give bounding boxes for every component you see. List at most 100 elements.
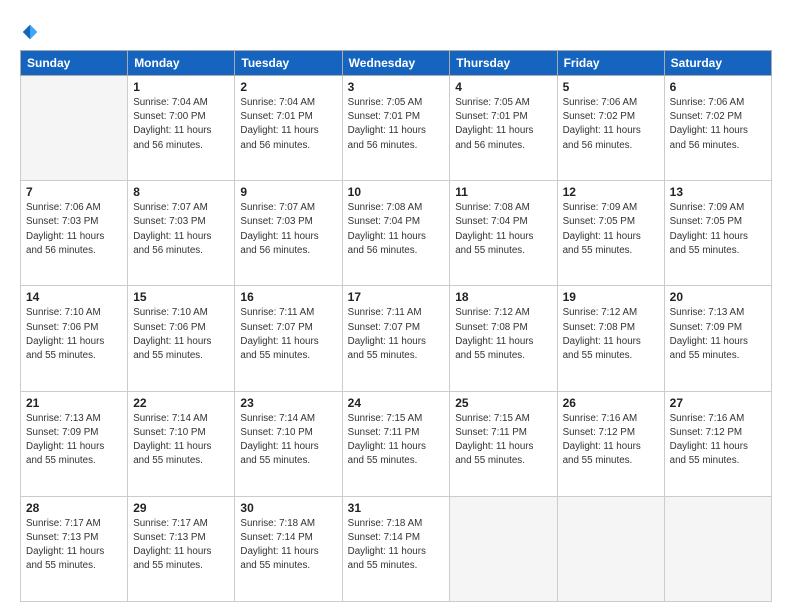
calendar-cell (21, 76, 128, 181)
calendar-cell: 9Sunrise: 7:07 AM Sunset: 7:03 PM Daylig… (235, 181, 342, 286)
day-info: Sunrise: 7:06 AM Sunset: 7:02 PM Dayligh… (563, 96, 659, 153)
calendar-cell: 11 Sunrise: 7:08 AM Sunset: 7:04 PM Dayli… (450, 181, 557, 286)
day-number: 31 (348, 501, 445, 515)
calendar-cell: 6Sunrise: 7:06 AM Sunset: 7:02 PM Daylig… (664, 76, 771, 181)
day-number: 15 (133, 290, 229, 304)
calendar-cell: 21 Sunrise: 7:13 AM Sunset: 7:09 PM Dayli… (21, 391, 128, 496)
day-number: 1 (133, 80, 229, 94)
calendar-cell (557, 496, 664, 601)
day-number: 8 (133, 185, 229, 199)
calendar-cell: 18 Sunrise: 7:12 AM Sunset: 7:08 PM Dayli… (450, 286, 557, 391)
week-row-1: 7 Sunrise: 7:06 AM Sunset: 7:03 PM Daylig… (21, 181, 772, 286)
calendar-cell: 20Sunrise: 7:13 AM Sunset: 7:09 PM Dayli… (664, 286, 771, 391)
logo (20, 18, 39, 40)
day-number: 18 (455, 290, 551, 304)
day-number: 5 (563, 80, 659, 94)
day-number: 21 (26, 396, 122, 410)
col-sunday: Sunday (21, 51, 128, 76)
calendar-cell: 15 Sunrise: 7:10 AM Sunset: 7:06 PM Dayli… (128, 286, 235, 391)
day-number: 17 (348, 290, 445, 304)
calendar-cell: 31 Sunrise: 7:18 AM Sunset: 7:14 PM Dayli… (342, 496, 450, 601)
day-number: 27 (670, 396, 766, 410)
day-info: Sunrise: 7:09 AM Sunset: 7:05 PM Dayligh… (563, 201, 659, 258)
logo-general (20, 18, 39, 44)
calendar-cell: 27 Sunrise: 7:16 AM Sunset: 7:12 PM Dayli… (664, 391, 771, 496)
calendar-cell: 30 Sunrise: 7:18 AM Sunset: 7:14 PM Dayli… (235, 496, 342, 601)
calendar-cell: 1 Sunrise: 7:04 AM Sunset: 7:00 PM Daylig… (128, 76, 235, 181)
header (20, 18, 772, 40)
day-number: 24 (348, 396, 445, 410)
day-number: 7 (26, 185, 122, 199)
calendar-header-row: Sunday Monday Tuesday Wednesday Thursday… (21, 51, 772, 76)
day-number: 3 (348, 80, 445, 94)
day-number: 22 (133, 396, 229, 410)
calendar-cell (664, 496, 771, 601)
day-info: Sunrise: 7:06 AM Sunset: 7:03 PM Dayligh… (26, 201, 122, 258)
day-number: 30 (240, 501, 336, 515)
day-number: 23 (240, 396, 336, 410)
day-info: Sunrise: 7:16 AM Sunset: 7:12 PM Dayligh… (563, 412, 659, 469)
calendar-cell: 14 Sunrise: 7:10 AM Sunset: 7:06 PM Dayli… (21, 286, 128, 391)
calendar-cell: 26Sunrise: 7:16 AM Sunset: 7:12 PM Dayli… (557, 391, 664, 496)
day-info: Sunrise: 7:08 AM Sunset: 7:04 PM Dayligh… (455, 201, 551, 258)
day-info: Sunrise: 7:05 AM Sunset: 7:01 PM Dayligh… (348, 96, 445, 153)
col-monday: Monday (128, 51, 235, 76)
day-number: 19 (563, 290, 659, 304)
calendar-cell: 28 Sunrise: 7:17 AM Sunset: 7:13 PM Dayli… (21, 496, 128, 601)
col-saturday: Saturday (664, 51, 771, 76)
day-info: Sunrise: 7:07 AM Sunset: 7:03 PM Dayligh… (240, 201, 336, 258)
calendar-cell: 17 Sunrise: 7:11 AM Sunset: 7:07 PM Dayli… (342, 286, 450, 391)
day-number: 14 (26, 290, 122, 304)
day-number: 25 (455, 396, 551, 410)
day-info: Sunrise: 7:18 AM Sunset: 7:14 PM Dayligh… (240, 517, 336, 574)
calendar-cell: 24 Sunrise: 7:15 AM Sunset: 7:11 PM Dayli… (342, 391, 450, 496)
day-info: Sunrise: 7:14 AM Sunset: 7:10 PM Dayligh… (133, 412, 229, 469)
day-number: 16 (240, 290, 336, 304)
day-info: Sunrise: 7:05 AM Sunset: 7:01 PM Dayligh… (455, 96, 551, 153)
day-info: Sunrise: 7:11 AM Sunset: 7:07 PM Dayligh… (348, 306, 445, 363)
day-info: Sunrise: 7:10 AM Sunset: 7:06 PM Dayligh… (26, 306, 122, 363)
week-row-2: 14 Sunrise: 7:10 AM Sunset: 7:06 PM Dayli… (21, 286, 772, 391)
week-row-4: 28 Sunrise: 7:17 AM Sunset: 7:13 PM Dayli… (21, 496, 772, 601)
day-number: 28 (26, 501, 122, 515)
week-row-0: 1 Sunrise: 7:04 AM Sunset: 7:00 PM Daylig… (21, 76, 772, 181)
day-info: Sunrise: 7:06 AM Sunset: 7:02 PM Dayligh… (670, 96, 766, 153)
day-number: 12 (563, 185, 659, 199)
day-info: Sunrise: 7:15 AM Sunset: 7:11 PM Dayligh… (455, 412, 551, 469)
day-number: 20 (670, 290, 766, 304)
day-number: 10 (348, 185, 445, 199)
calendar-cell: 5 Sunrise: 7:06 AM Sunset: 7:02 PM Daylig… (557, 76, 664, 181)
calendar-table: Sunday Monday Tuesday Wednesday Thursday… (20, 50, 772, 602)
col-wednesday: Wednesday (342, 51, 450, 76)
calendar-cell: 13Sunrise: 7:09 AM Sunset: 7:05 PM Dayli… (664, 181, 771, 286)
day-info: Sunrise: 7:12 AM Sunset: 7:08 PM Dayligh… (563, 306, 659, 363)
day-number: 13 (670, 185, 766, 199)
calendar-cell: 7 Sunrise: 7:06 AM Sunset: 7:03 PM Daylig… (21, 181, 128, 286)
day-info: Sunrise: 7:18 AM Sunset: 7:14 PM Dayligh… (348, 517, 445, 574)
calendar-cell: 12 Sunrise: 7:09 AM Sunset: 7:05 PM Dayli… (557, 181, 664, 286)
col-tuesday: Tuesday (235, 51, 342, 76)
day-info: Sunrise: 7:13 AM Sunset: 7:09 PM Dayligh… (26, 412, 122, 469)
calendar-cell: 25 Sunrise: 7:15 AM Sunset: 7:11 PM Dayli… (450, 391, 557, 496)
day-info: Sunrise: 7:11 AM Sunset: 7:07 PM Dayligh… (240, 306, 336, 363)
day-info: Sunrise: 7:10 AM Sunset: 7:06 PM Dayligh… (133, 306, 229, 363)
week-row-3: 21 Sunrise: 7:13 AM Sunset: 7:09 PM Dayli… (21, 391, 772, 496)
calendar-cell: 2Sunrise: 7:04 AM Sunset: 7:01 PM Daylig… (235, 76, 342, 181)
col-friday: Friday (557, 51, 664, 76)
day-info: Sunrise: 7:17 AM Sunset: 7:13 PM Dayligh… (26, 517, 122, 574)
calendar-cell: 4Sunrise: 7:05 AM Sunset: 7:01 PM Daylig… (450, 76, 557, 181)
calendar-cell: 8Sunrise: 7:07 AM Sunset: 7:03 PM Daylig… (128, 181, 235, 286)
day-info: Sunrise: 7:16 AM Sunset: 7:12 PM Dayligh… (670, 412, 766, 469)
day-info: Sunrise: 7:15 AM Sunset: 7:11 PM Dayligh… (348, 412, 445, 469)
day-number: 11 (455, 185, 551, 199)
calendar-cell: 3 Sunrise: 7:05 AM Sunset: 7:01 PM Daylig… (342, 76, 450, 181)
day-info: Sunrise: 7:04 AM Sunset: 7:00 PM Dayligh… (133, 96, 229, 153)
calendar-cell (450, 496, 557, 601)
calendar-cell: 23 Sunrise: 7:14 AM Sunset: 7:10 PM Dayli… (235, 391, 342, 496)
day-number: 2 (240, 80, 336, 94)
calendar-cell: 10 Sunrise: 7:08 AM Sunset: 7:04 PM Dayli… (342, 181, 450, 286)
day-info: Sunrise: 7:12 AM Sunset: 7:08 PM Dayligh… (455, 306, 551, 363)
col-thursday: Thursday (450, 51, 557, 76)
day-info: Sunrise: 7:14 AM Sunset: 7:10 PM Dayligh… (240, 412, 336, 469)
day-info: Sunrise: 7:08 AM Sunset: 7:04 PM Dayligh… (348, 201, 445, 258)
